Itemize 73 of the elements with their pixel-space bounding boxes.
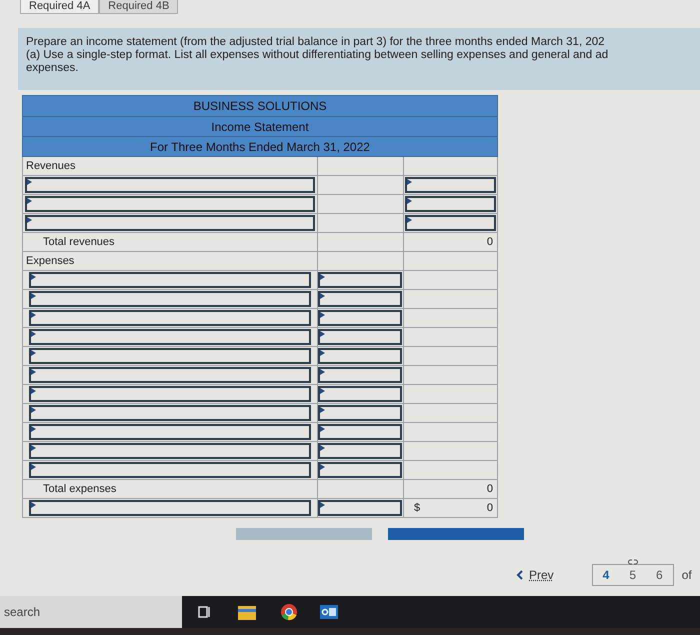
marker-icon	[320, 350, 325, 356]
currency-sign: $	[413, 500, 420, 516]
tab[interactable]: Required 4B	[99, 0, 178, 14]
marker-icon	[31, 388, 36, 394]
net-value: 0	[486, 500, 494, 516]
link-icon	[628, 559, 638, 565]
total-label: Total expenses	[42, 482, 116, 497]
input-field[interactable]	[29, 310, 311, 326]
marker-icon	[407, 179, 412, 185]
marker-icon	[320, 445, 325, 451]
total-value: 0	[486, 482, 494, 497]
marker-icon	[320, 502, 325, 508]
marker-icon	[31, 350, 36, 356]
marker-icon	[320, 293, 325, 299]
marker-icon	[320, 464, 325, 470]
search-field[interactable]: search	[0, 596, 182, 628]
browser-icon[interactable]	[280, 603, 298, 621]
marker-icon	[31, 426, 36, 432]
folder-icon[interactable]	[238, 604, 256, 620]
header-text: Income Statement	[211, 118, 309, 136]
input-field[interactable]	[29, 462, 311, 478]
tab[interactable]: Required 4A	[20, 0, 100, 14]
marker-icon	[320, 407, 325, 413]
mail-icon[interactable]	[320, 604, 338, 620]
input-field[interactable]	[29, 443, 311, 459]
marker-icon	[320, 369, 325, 375]
marker-icon	[27, 217, 32, 223]
input-field[interactable]	[29, 291, 311, 307]
total-value: 0	[486, 234, 494, 250]
chevron-left-icon	[516, 570, 523, 580]
input-field[interactable]	[29, 348, 311, 364]
marker-icon	[320, 312, 325, 318]
marker-icon	[31, 369, 36, 375]
task-view-icon[interactable]	[198, 605, 212, 619]
page-number[interactable]: 5	[629, 566, 636, 584]
input-field[interactable]	[29, 500, 311, 516]
marker-icon	[31, 331, 36, 337]
section-label: Expenses	[25, 254, 74, 269]
marker-icon	[320, 331, 325, 337]
page-number[interactable]: 4	[602, 566, 610, 584]
marker-icon	[407, 217, 412, 223]
marker-icon	[31, 312, 36, 318]
input-field[interactable]	[25, 177, 315, 193]
input-field[interactable]	[29, 329, 311, 345]
input-field[interactable]	[29, 272, 311, 288]
instruction-text: (a) Use a single-step format. List all expenses without differentiating between selling expenses and general and ad	[26, 49, 610, 62]
marker-icon	[320, 426, 325, 432]
instruction-text: Prepare an income statement (from the adjusted trial balance in part 3) for the three months ended March 31, 202	[26, 36, 606, 49]
input-field[interactable]	[29, 405, 311, 421]
input-field[interactable]	[29, 424, 311, 440]
input-field[interactable]	[25, 215, 315, 231]
input-field[interactable]	[29, 367, 311, 383]
marker-icon	[27, 179, 32, 185]
marker-icon	[31, 445, 36, 451]
marker-icon	[31, 274, 36, 280]
total-label: Total revenues	[42, 234, 115, 250]
header-text: BUSINESS SOLUTIONS	[193, 98, 327, 115]
section-label: Revenues	[25, 158, 76, 174]
marker-icon	[407, 198, 412, 204]
input-field[interactable]	[29, 386, 311, 402]
marker-icon	[31, 464, 36, 470]
marker-icon	[31, 293, 36, 299]
prev-link[interactable]: Prev	[516, 566, 554, 584]
marker-icon	[31, 502, 36, 508]
instruction-text: expenses.	[26, 62, 80, 75]
page-total-text: of	[682, 567, 692, 584]
header-text: For Three Months Ended March 31, 2022	[150, 138, 370, 156]
marker-icon	[320, 274, 325, 280]
page-number[interactable]: 6	[656, 566, 663, 584]
marker-icon	[320, 388, 325, 394]
marker-icon	[27, 198, 32, 204]
marker-icon	[31, 407, 36, 413]
input-field[interactable]	[25, 196, 315, 212]
